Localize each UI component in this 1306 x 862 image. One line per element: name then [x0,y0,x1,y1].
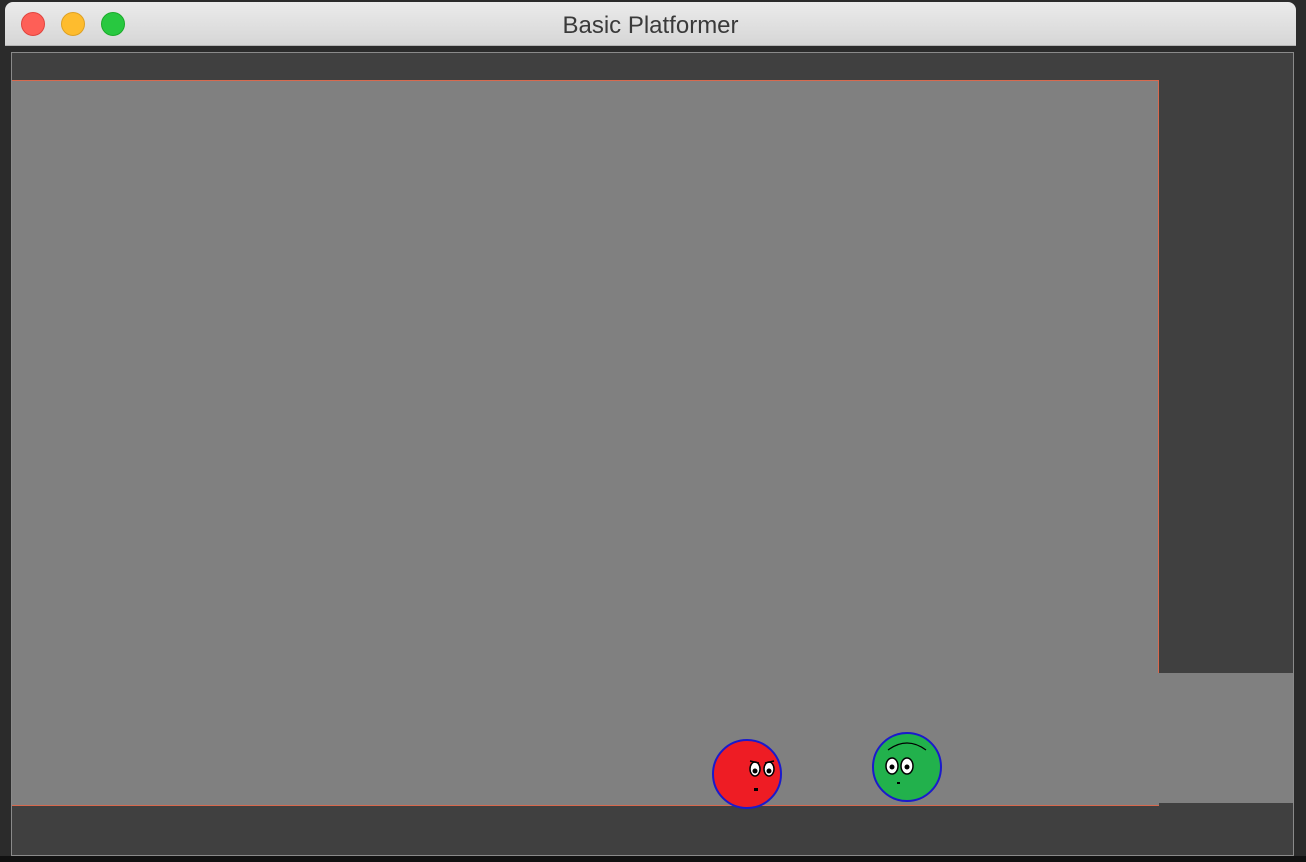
right-passage [1159,673,1293,803]
green-ball-mouth [897,782,900,784]
green-ball-right-pupil [904,764,910,770]
window-title: Basic Platformer [562,12,739,39]
red-ball-player [712,739,782,809]
red-ball-right-pupil [766,768,772,774]
title-bar[interactable]: Basic Platformer [5,2,1296,46]
game-canvas[interactable] [11,52,1294,856]
red-ball-left-pupil [752,768,758,774]
green-ball-left-pupil [889,764,895,770]
game-scene [12,53,1293,855]
green-ball-player [872,732,942,802]
red-ball-mouth [754,788,758,791]
play-area [12,80,1159,806]
bottom-edge [0,856,1306,862]
app-window: Basic Platformer [0,0,1306,862]
